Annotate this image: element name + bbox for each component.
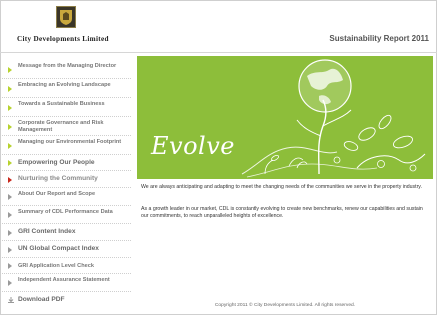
hero-banner: Evolve	[137, 56, 433, 179]
arrow-right-icon	[8, 263, 12, 269]
globe-tree-illustration	[241, 59, 426, 178]
sidebar-item-label: Corporate Governance and Risk Management	[18, 120, 104, 133]
sidebar-item-about-report[interactable]: About Our Report and Scope	[2, 188, 131, 206]
arrow-right-icon	[8, 105, 12, 111]
sidebar-item-label: Towards a Sustainable Business	[18, 101, 105, 107]
sidebar-item-environmental-footprint[interactable]: Managing our Environmental Footprint	[2, 136, 131, 155]
sidebar: Message from the Managing Director Embra…	[2, 55, 131, 315]
sidebar-item-performance-data[interactable]: Summary of CDL Performance Data	[2, 206, 131, 224]
sidebar-item-corporate-governance[interactable]: Corporate Governance and Risk Management	[2, 117, 131, 136]
sidebar-item-label: Nurturing the Community	[18, 175, 98, 182]
sidebar-item-label: Independent Assurance Statement	[18, 277, 110, 283]
arrow-right-icon	[8, 160, 12, 166]
arrow-right-icon	[8, 247, 12, 253]
sidebar-item-label: GRI Application Level Check	[18, 263, 94, 269]
report-title: Sustainability Report 2011	[329, 34, 429, 43]
sidebar-item-sustainable-business[interactable]: Towards a Sustainable Business	[2, 98, 131, 117]
sidebar-item-label: Summary of CDL Performance Data	[18, 209, 113, 215]
sidebar-item-label: Message from the Managing Director	[18, 63, 117, 69]
arrow-right-icon	[8, 212, 12, 218]
download-pdf-link[interactable]: Download PDF	[2, 292, 131, 308]
arrow-right-icon	[8, 280, 12, 286]
arrow-right-icon	[8, 67, 12, 73]
sidebar-item-empowering-people[interactable]: Empowering Our People	[2, 155, 131, 171]
brand-name: City Developments Limited	[17, 35, 109, 43]
sidebar-item-gri-content-index[interactable]: GRI Content Index	[2, 224, 131, 241]
sidebar-item-un-global-compact[interactable]: UN Global Compact Index	[2, 241, 131, 258]
sidebar-item-label: GRI Content Index	[18, 228, 76, 235]
copyright-footer: Copyright 2011 © City Developments Limit…	[214, 303, 356, 308]
banner-script-text: Evolve	[151, 132, 235, 160]
company-logo-icon[interactable]	[56, 6, 76, 28]
sidebar-item-label: Managing our Environmental Footprint	[18, 139, 122, 145]
logo-area[interactable]: City Developments Limited	[0, 0, 135, 52]
sidebar-item-label: UN Global Compact Index	[18, 245, 99, 252]
download-pdf-label: Download PDF	[18, 296, 65, 303]
body-paragraph: As a growth leader in our market, CDL is…	[141, 206, 423, 220]
sidebar-item-message-from-md[interactable]: Message from the Managing Director	[2, 60, 131, 79]
arrow-right-icon	[8, 124, 12, 130]
sidebar-item-gri-application-level[interactable]: GRI Application Level Check	[2, 258, 131, 274]
sidebar-item-label: Empowering Our People	[18, 159, 95, 166]
download-icon	[8, 297, 14, 303]
sidebar-item-label: About Our Report and Scope	[18, 191, 96, 197]
arrow-right-icon	[8, 177, 12, 183]
arrow-right-icon	[8, 194, 12, 200]
sidebar-item-nurturing-community[interactable]: Nurturing the Community	[2, 171, 131, 188]
sidebar-item-assurance-statement[interactable]: Independent Assurance Statement	[2, 274, 131, 292]
arrow-right-icon	[8, 230, 12, 236]
sidebar-item-label: Embracing an Evolving Landscape	[18, 82, 111, 88]
arrow-right-icon	[8, 143, 12, 149]
header: City Developments Limited Sustainability…	[0, 0, 437, 53]
intro-paragraph: We are always anticipating and adapting …	[141, 184, 422, 190]
sidebar-item-evolving-landscape[interactable]: Embracing an Evolving Landscape	[2, 79, 131, 98]
arrow-right-icon	[8, 86, 12, 92]
